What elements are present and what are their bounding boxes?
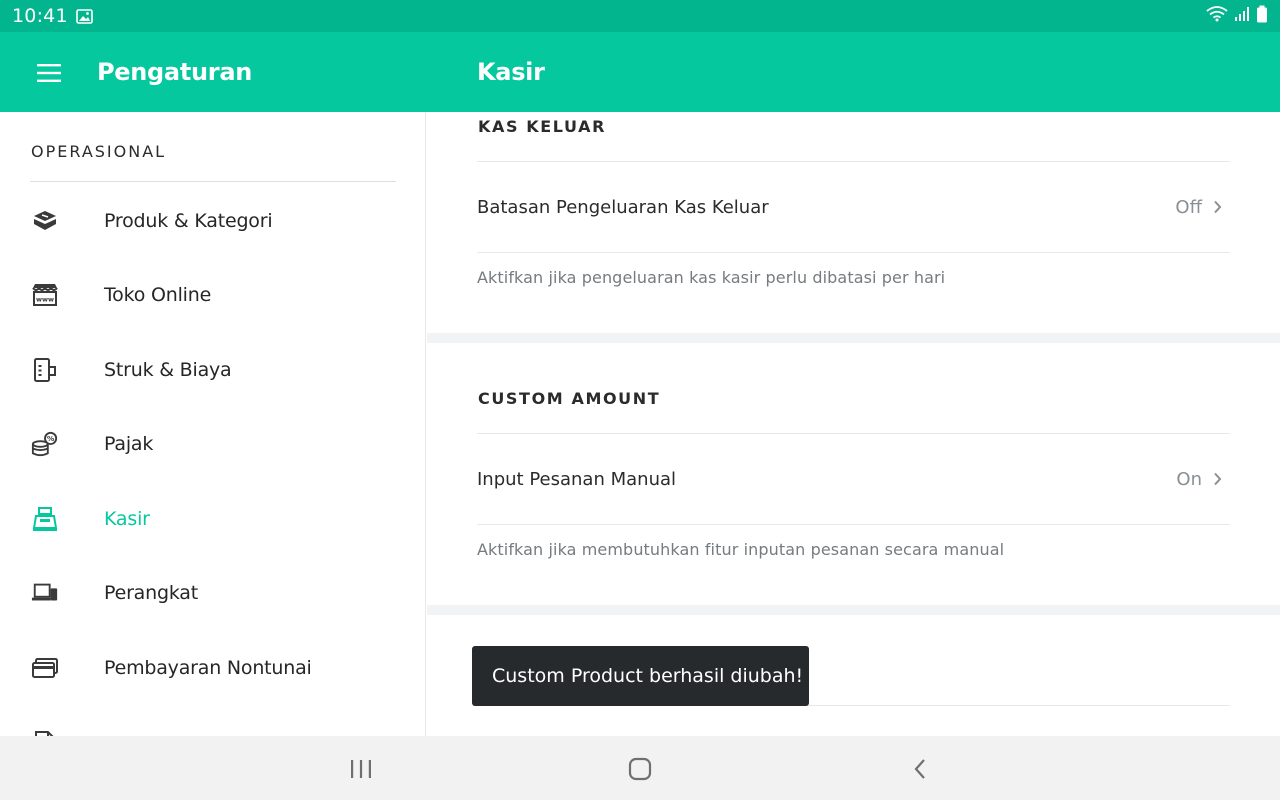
row-value: On [1176,468,1202,490]
battery-icon [1256,5,1268,27]
sidebar-item-pajak[interactable]: % Pajak [0,407,425,481]
sidebar-item-kasir[interactable]: Kasir [0,482,425,556]
box-icon [31,207,59,235]
receipt-icon [31,356,59,384]
sidebar-item-toko-online[interactable]: www Toko Online [0,258,425,332]
svg-text:%: % [47,434,55,443]
sidebar-item-label: Toko Online [104,284,212,306]
detail-title: Kasir [477,58,545,86]
card-icon [31,654,59,682]
page-title: Pengaturan [97,58,253,86]
sidebar-item-perangkat[interactable]: Perangkat [0,556,425,630]
svg-text:www: www [36,296,54,304]
settings-sidebar: OPERASIONAL Produk & Kategori www Toko O… [0,112,426,736]
sidebar-item-label: Perangkat [104,582,198,604]
back-icon [914,759,925,779]
kasir-settings-panel: KAS KELUAR Batasan Pengeluaran Kas Kelua… [427,112,1280,736]
divider [477,524,1230,525]
chevron-right-icon [1210,198,1224,216]
sidebar-divider [30,181,396,182]
sidebar-item-produk-kategori[interactable]: Produk & Kategori [0,184,425,258]
divider [477,252,1230,253]
section-header-custom-amount: CUSTOM AMOUNT [478,389,661,408]
signal-icon [1234,6,1250,26]
hamburger-icon [37,64,61,82]
status-bar: 10:41 [0,0,1280,32]
image-notification-icon [75,8,93,24]
app-bar: Pengaturan Kasir [0,32,1280,112]
status-indicators [1206,5,1268,27]
sidebar-item-pembayaran-nontunai[interactable]: Pembayaran Nontunai [0,631,425,705]
row-description: Aktifkan jika membutuhkan fitur inputan … [477,540,1005,559]
row-label: Batasan Pengeluaran Kas Keluar [477,196,769,218]
row-value: Off [1175,196,1202,218]
sidebar-item-label: Struk & Biaya [104,359,232,381]
sidebar-item-label: Kasir [104,508,150,530]
input-pesanan-manual-row[interactable]: Input Pesanan Manual On [477,434,1230,524]
menu-button[interactable] [26,60,72,86]
recent-apps-icon [351,760,371,778]
sidebar-item-struk-biaya[interactable]: Struk & Biaya [0,333,425,407]
batasan-pengeluaran-row[interactable]: Batasan Pengeluaran Kas Keluar Off [477,162,1230,252]
home-icon [628,757,652,781]
coins-percent-icon: % [31,430,59,458]
store-www-icon: www [31,281,59,309]
toast-message: Custom Product berhasil diubah! [472,646,809,706]
home-button[interactable] [620,754,660,784]
cashier-icon [31,505,59,533]
section-header-kas-keluar: KAS KELUAR [478,117,607,136]
chevron-right-icon [1210,470,1224,488]
section-separator [427,333,1280,343]
recent-apps-button[interactable] [341,754,381,784]
row-description: Aktifkan jika pengeluaran kas kasir perl… [477,268,946,287]
wifi-icon [1206,6,1228,26]
devices-icon [31,579,59,607]
sidebar-item-label: Pajak [104,433,154,455]
document-icon [31,729,59,736]
sidebar-item-partial[interactable] [0,706,425,736]
status-time: 10:41 [12,5,68,27]
section-separator [427,605,1280,615]
system-nav-bar [0,736,1280,800]
sidebar-section-title: OPERASIONAL [31,142,167,161]
row-label: Input Pesanan Manual [477,468,677,490]
sidebar-item-label: Pembayaran Nontunai [104,657,312,679]
back-button[interactable] [900,754,940,784]
sidebar-item-label: Produk & Kategori [104,210,273,232]
